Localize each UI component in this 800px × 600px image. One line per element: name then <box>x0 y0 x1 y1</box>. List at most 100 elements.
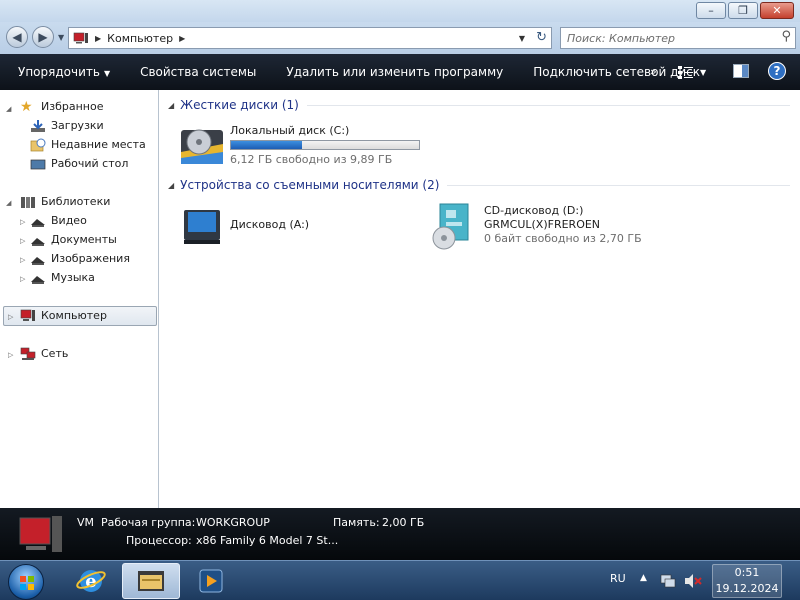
collapse-libraries-icon[interactable]: ◢ <box>6 199 11 207</box>
expand-icon[interactable]: ▷ <box>8 313 13 321</box>
clock-time: 0:51 <box>734 566 760 579</box>
network-status-icon[interactable] <box>660 573 676 589</box>
taskbar: e RU ▲ 0:51 19.12.2024 <box>0 560 800 600</box>
maximize-button[interactable]: ❐ <box>728 2 758 19</box>
start-button[interactable] <box>8 564 44 600</box>
cpu-value: x86 Family 6 Model 7 St... <box>196 534 339 547</box>
details-pane: VM Рабочая группа: WORKGROUP Память: 2,0… <box>0 508 800 560</box>
language-indicator[interactable]: RU <box>610 572 626 585</box>
recent-places-icon <box>30 138 46 151</box>
recent-pages-dropdown[interactable]: ▼ <box>58 33 64 42</box>
address-row: ◀ ▶ ▼ ▶ Компьютер ▶ ▼ ↻ Поиск: Компьютер… <box>0 22 800 54</box>
star-icon: ★ <box>20 98 33 115</box>
content-pane: ◢ Жесткие диски (1) Локальный диск (C:) … <box>160 90 800 508</box>
address-dropdown-icon[interactable]: ▼ <box>519 34 525 43</box>
arrow-left-icon: ◀ <box>12 30 22 44</box>
command-bar: Упорядочить ▼ Свойства системы Удалить ил… <box>0 54 800 90</box>
uninstall-program-button[interactable]: Удалить или изменить программу <box>271 65 518 79</box>
sidebar-item-desktop[interactable]: Рабочий стол <box>30 154 128 173</box>
sidebar-item-documents[interactable]: Документы <box>30 230 117 249</box>
chevron-down-icon: ▼ <box>103 69 111 78</box>
forward-button[interactable]: ▶ <box>32 26 54 48</box>
taskbar-explorer[interactable] <box>122 563 180 599</box>
collapse-favorites-icon[interactable]: ◢ <box>6 105 11 113</box>
taskbar-internet-explorer[interactable]: e <box>68 563 114 599</box>
sidebar-item-label: Изображения <box>51 252 130 265</box>
documents-icon <box>31 237 45 246</box>
media-player-icon <box>199 569 223 593</box>
sidebar-item-label: Избранное <box>41 100 104 113</box>
memory-label: Память: <box>333 516 380 529</box>
refresh-icon[interactable]: ↻ <box>536 30 547 45</box>
group-divider <box>306 104 790 106</box>
capacity-fill <box>231 141 303 149</box>
expand-icon[interactable]: ▷ <box>20 275 25 283</box>
memory-value: 2,00 ГБ <box>382 516 425 529</box>
sidebar-item-recent-places[interactable]: Недавние места <box>30 135 146 154</box>
videos-icon <box>31 218 45 227</box>
sidebar-item-pictures[interactable]: Изображения <box>30 249 130 268</box>
downloads-icon <box>31 119 45 132</box>
more-commands-button[interactable]: » <box>650 65 657 78</box>
volume-muted-icon[interactable] <box>684 573 702 589</box>
system-properties-button[interactable]: Свойства системы <box>125 65 271 79</box>
organize-button[interactable]: Упорядочить ▼ <box>0 65 125 79</box>
expand-icon[interactable]: ▷ <box>20 256 25 264</box>
breadcrumb-computer[interactable]: Компьютер <box>107 32 173 45</box>
expand-icon[interactable]: ▷ <box>20 218 25 226</box>
minimize-button[interactable]: – <box>696 2 726 19</box>
clock[interactable]: 0:51 19.12.2024 <box>712 564 782 598</box>
drive-volume-label: GRMCUL(X)FREROEN <box>484 218 601 231</box>
change-view-button[interactable]: ▼ <box>678 65 706 79</box>
sidebar-item-downloads[interactable]: Загрузки <box>30 116 104 135</box>
group-title: Жесткие диски (1) <box>180 98 299 112</box>
drive-name: Дисковод (A:) <box>230 218 310 231</box>
drive-name: Локальный диск (C:) <box>230 124 350 137</box>
back-button[interactable]: ◀ <box>6 26 28 48</box>
drive-name: CD-дисковод (D:) <box>484 204 584 217</box>
expand-icon[interactable]: ▷ <box>8 351 13 359</box>
sidebar-item-videos[interactable]: Видео <box>30 211 87 230</box>
sidebar-item-label: Загрузки <box>51 119 104 132</box>
title-bar: – ❐ ✕ <box>0 0 800 22</box>
breadcrumb-separator-icon[interactable]: ▶ <box>179 34 185 43</box>
libraries-icon <box>21 196 35 208</box>
taskbar-media-player[interactable] <box>190 563 232 599</box>
floppy-drive-a[interactable]: Дисковод (A:) <box>176 202 416 248</box>
arrow-right-icon: ▶ <box>38 30 48 44</box>
network-icon <box>20 347 36 360</box>
folder-icon <box>138 571 164 591</box>
local-disk-c[interactable]: Локальный диск (C:) 6,12 ГБ свободно из … <box>176 120 456 170</box>
removable-group-header[interactable]: ◢ Устройства со съемными носителями (2) <box>168 178 790 192</box>
drive-free-space: 0 байт свободно из 2,70 ГБ <box>484 232 642 245</box>
preview-pane-icon[interactable] <box>733 64 749 78</box>
expand-icon[interactable]: ▷ <box>20 237 25 245</box>
sidebar-item-computer[interactable]: Компьютер <box>20 306 107 325</box>
navigation-pane: ◢ ★ Избранное Загрузки Недавние места Ра… <box>0 90 159 508</box>
desktop-icon <box>30 159 46 169</box>
computer-icon <box>73 32 88 44</box>
windows-logo-icon <box>20 576 34 590</box>
collapse-group-icon[interactable]: ◢ <box>168 101 174 110</box>
show-hidden-icons-icon[interactable]: ▲ <box>640 573 647 583</box>
sidebar-item-network[interactable]: Сеть <box>20 344 68 363</box>
window-controls: – ❐ ✕ <box>696 2 794 19</box>
capacity-bar <box>230 140 420 150</box>
sidebar-item-label: Библиотеки <box>41 195 111 208</box>
breadcrumb-separator-icon[interactable]: ▶ <box>95 34 101 43</box>
sidebar-item-libraries[interactable]: Библиотеки <box>20 192 110 211</box>
group-divider <box>447 184 790 186</box>
sidebar-item-music[interactable]: Музыка <box>30 268 95 287</box>
help-button[interactable]: ? <box>768 62 786 80</box>
sidebar-item-favorites[interactable]: ★ Избранное <box>20 97 103 116</box>
sidebar-item-label: Музыка <box>51 271 95 284</box>
search-icon[interactable]: ⚲ <box>781 29 791 44</box>
hard-drive-icon <box>181 129 223 164</box>
computer-icon <box>19 516 62 552</box>
close-button[interactable]: ✕ <box>760 2 794 19</box>
hard-drives-group-header[interactable]: ◢ Жесткие диски (1) <box>168 98 790 112</box>
collapse-group-icon[interactable]: ◢ <box>168 181 174 190</box>
address-bar[interactable]: ▶ Компьютер ▶ ▼ ↻ <box>68 27 552 49</box>
search-input[interactable]: Поиск: Компьютер ⚲ <box>560 27 796 49</box>
cd-drive-d[interactable]: CD-дисковод (D:) GRMCUL(X)FREROEN 0 байт… <box>428 200 668 252</box>
